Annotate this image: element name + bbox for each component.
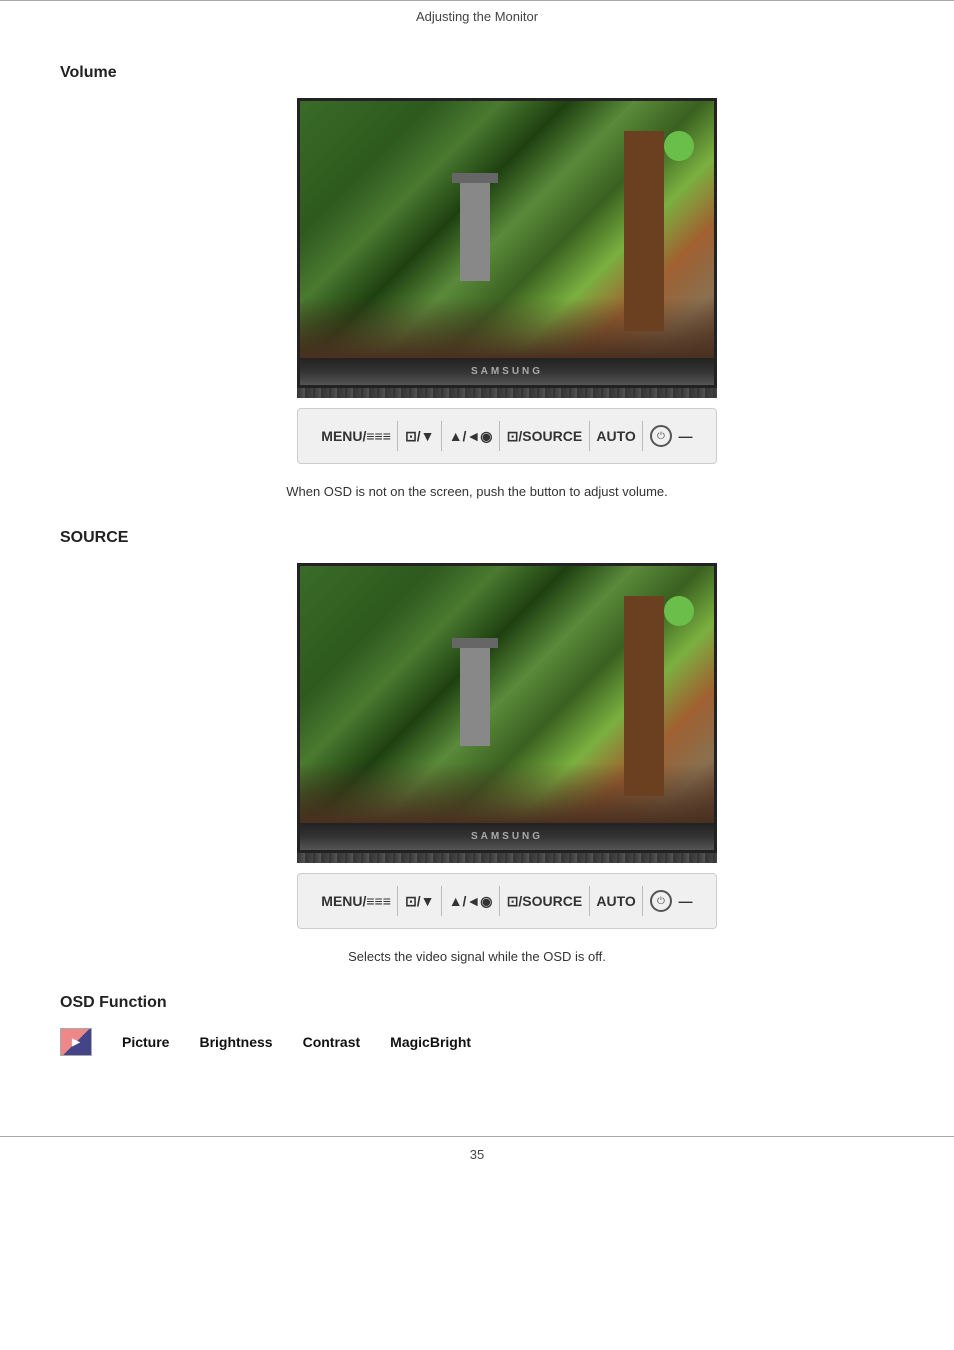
page-footer: 35	[0, 1136, 954, 1172]
source-description: Selects the video signal while the OSD i…	[60, 949, 894, 964]
osd-icon-symbol: ▶	[72, 1037, 80, 1048]
source-samsung-logo: SAMSUNG	[471, 831, 543, 842]
volume-led-strip	[297, 388, 717, 398]
src-power-icon: ⏻	[657, 896, 665, 907]
sep2	[441, 421, 442, 451]
osd-menu-contrast: Contrast	[303, 1034, 361, 1050]
nav-ctrl-symbol: ⊡/▼	[405, 428, 434, 445]
src-menu-ctrl: MENU/≡≡≡	[321, 893, 391, 909]
source-pagoda	[460, 646, 490, 746]
src-source-ctrl: ⊡/SOURCE	[507, 893, 583, 910]
src-dash-ctrl: —	[679, 893, 693, 909]
src-sep2	[441, 886, 442, 916]
src-sep5	[642, 886, 643, 916]
page-number: 35	[470, 1147, 484, 1162]
volume-description: When OSD is not on the screen, push the …	[60, 484, 894, 499]
source-green-circle	[664, 596, 694, 626]
volume-samsung-logo: SAMSUNG	[471, 366, 543, 377]
src-power-ctrl: ⏻	[650, 890, 672, 912]
dash-ctrl: —	[679, 428, 693, 444]
power-ctrl: ⏻	[650, 425, 672, 447]
source-ctrl: ⊡/SOURCE	[507, 428, 583, 445]
dash-ctrl-symbol: —	[679, 428, 693, 444]
volume-controls-panel: MENU/≡≡≡ ⊡/▼ ▲/◄◉ ⊡/SOURCE AUTO ⏻	[297, 408, 717, 464]
auto-ctrl: AUTO	[596, 428, 635, 444]
osd-section-title: OSD Function	[60, 994, 894, 1012]
sep4	[589, 421, 590, 451]
volume-bezel-bottom: SAMSUNG	[297, 358, 717, 388]
src-menu-ctrl-symbol: MENU/≡≡≡	[321, 893, 391, 909]
source-ctrl-symbol: ⊡/SOURCE	[507, 428, 583, 445]
auto-ctrl-symbol: AUTO	[596, 428, 635, 444]
src-auto-ctrl: AUTO	[596, 893, 635, 909]
nav-ctrl: ⊡/▼	[405, 428, 434, 445]
tree-trunk	[624, 131, 664, 331]
menu-ctrl-symbol: MENU/≡≡≡	[321, 428, 391, 444]
src-vol-ctrl-symbol: ▲/◄◉	[449, 893, 493, 910]
green-circle	[664, 131, 694, 161]
header-title: Adjusting the Monitor	[416, 9, 538, 24]
src-nav-ctrl-symbol: ⊡/▼	[405, 893, 434, 910]
sep5	[642, 421, 643, 451]
osd-menu-brightness: Brightness	[199, 1034, 272, 1050]
osd-section: OSD Function ▶ Picture Brightness Contra…	[60, 994, 894, 1056]
src-dash-ctrl-symbol: —	[679, 893, 693, 909]
volume-monitor-screen	[297, 98, 717, 358]
vol-ctrl-symbol: ▲/◄◉	[449, 428, 493, 445]
source-monitor-screen	[297, 563, 717, 823]
menu-ctrl: MENU/≡≡≡	[321, 428, 391, 444]
volume-section-title: Volume	[60, 64, 894, 82]
src-source-ctrl-symbol: ⊡/SOURCE	[507, 893, 583, 910]
osd-menu-row: ▶ Picture Brightness Contrast MagicBrigh…	[60, 1028, 894, 1056]
volume-monitor-wrapper: SAMSUNG MENU/≡≡≡ ⊡/▼ ▲/◄◉ ⊡/SOURCE AUTO	[120, 98, 894, 464]
source-monitor-wrapper: SAMSUNG MENU/≡≡≡ ⊡/▼ ▲/◄◉ ⊡/SOURCE AUTO	[120, 563, 894, 929]
power-icon: ⏻	[657, 431, 665, 442]
source-controls-panel: MENU/≡≡≡ ⊡/▼ ▲/◄◉ ⊡/SOURCE AUTO ⏻	[297, 873, 717, 929]
src-sep3	[499, 886, 500, 916]
osd-menu-magicbright: MagicBright	[390, 1034, 471, 1050]
osd-picture-icon: ▶	[60, 1028, 92, 1056]
page-header: Adjusting the Monitor	[0, 0, 954, 34]
src-nav-ctrl: ⊡/▼	[405, 893, 434, 910]
src-auto-ctrl-symbol: AUTO	[596, 893, 635, 909]
page-content: Volume SAMSUNG MENU/≡≡≡ ⊡/▼ ▲/◄◉	[0, 34, 954, 1096]
src-vol-ctrl: ▲/◄◉	[449, 893, 493, 910]
source-tree-trunk	[624, 596, 664, 796]
src-sep4	[589, 886, 590, 916]
sep1	[397, 421, 398, 451]
src-sep1	[397, 886, 398, 916]
vol-ctrl: ▲/◄◉	[449, 428, 493, 445]
osd-menu-picture: Picture	[122, 1034, 169, 1050]
source-section-title: SOURCE	[60, 529, 894, 547]
sep3	[499, 421, 500, 451]
source-led-strip	[297, 853, 717, 863]
pagoda	[460, 181, 490, 281]
source-bezel-bottom: SAMSUNG	[297, 823, 717, 853]
